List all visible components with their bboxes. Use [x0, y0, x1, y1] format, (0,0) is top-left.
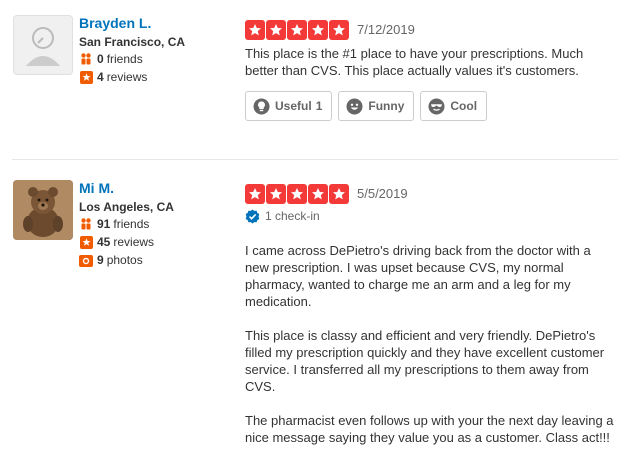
review-paragraph: I came across DePietro's driving back fr…: [245, 243, 591, 309]
star-icon: [308, 20, 328, 40]
avatar[interactable]: [13, 180, 73, 240]
star-icon: [245, 184, 265, 204]
rating-row: 7/12/2019: [245, 20, 617, 40]
sunglasses-icon: [428, 98, 445, 115]
friends-stat: 91 friends: [79, 215, 229, 233]
friends-count: 91: [97, 217, 111, 231]
vote-buttons: Useful 1 Funny Cool: [245, 91, 617, 121]
useful-label: Useful: [275, 99, 312, 113]
useful-count: 1: [315, 99, 323, 113]
user-name-link[interactable]: Mi M.: [79, 179, 229, 197]
review-content: 7/12/2019 This place is the #1 place to …: [245, 20, 617, 121]
user-location: San Francisco, CA: [79, 35, 186, 49]
rating-row: 5/5/2019: [245, 184, 617, 204]
photos-label: photos: [106, 253, 143, 267]
review-item: Brayden L. San Francisco, CA 0 friends 4…: [0, 0, 628, 158]
star-icon: [287, 20, 307, 40]
reviews-label: reviews: [106, 70, 148, 84]
cool-button[interactable]: Cool: [420, 91, 488, 121]
star-icon: [329, 184, 349, 204]
review-paragraph: This place is the #1 place to have your …: [245, 46, 584, 78]
checkin-label: 1 check-in: [265, 209, 320, 223]
star-icon: [245, 20, 265, 40]
camera-icon: [79, 253, 93, 267]
reviews-count: 45: [97, 235, 111, 249]
lightbulb-icon: [253, 98, 270, 115]
user-location: Los Angeles, CA: [79, 200, 174, 214]
star-icon: [287, 184, 307, 204]
review-date: 5/5/2019: [357, 186, 408, 201]
reviews-label: reviews: [113, 235, 155, 249]
teddy-bear-photo: [13, 180, 73, 240]
user-info: Mi M. Los Angeles, CA 91 friends 45 revi…: [79, 179, 229, 269]
reviews-stat: 45 reviews: [79, 233, 229, 251]
star-icon: [329, 20, 349, 40]
reviews-stat: 4 reviews: [79, 68, 229, 86]
funny-button[interactable]: Funny: [338, 91, 415, 121]
review-date: 7/12/2019: [357, 22, 415, 37]
user-info: Brayden L. San Francisco, CA 0 friends 4…: [79, 14, 229, 86]
default-user-icon: [26, 27, 60, 66]
review-star-icon: [79, 235, 93, 249]
review-text: This place is the #1 place to have your …: [245, 45, 617, 79]
star-icon: [308, 184, 328, 204]
star-icon: [266, 20, 286, 40]
review-paragraph: The pharmacist even follows up with your…: [245, 413, 614, 445]
star-rating: [245, 20, 349, 40]
smile-icon: [346, 98, 363, 115]
friends-label: friends: [113, 217, 150, 231]
checkin-badge: 1 check-in: [245, 207, 617, 225]
review-paragraph: This place is classy and efficient and v…: [245, 328, 605, 394]
star-icon: [266, 184, 286, 204]
review-content: 5/5/2019 1 check-in I came across DePiet…: [245, 184, 617, 446]
funny-label: Funny: [368, 99, 405, 113]
photos-stat: 9 photos: [79, 251, 229, 269]
friends-count: 0: [97, 52, 104, 66]
friends-label: friends: [106, 52, 143, 66]
verified-checkin-icon: [245, 209, 260, 224]
friends-stat: 0 friends: [79, 50, 229, 68]
review-text: I came across DePietro's driving back fr…: [245, 242, 617, 446]
reviews-count: 4: [97, 70, 104, 84]
avatar[interactable]: [13, 15, 73, 75]
photos-count: 9: [97, 253, 104, 267]
friends-icon: [79, 52, 93, 66]
review-item: Mi M. Los Angeles, CA 91 friends 45 revi…: [0, 160, 628, 471]
star-rating: [245, 184, 349, 204]
useful-button[interactable]: Useful 1: [245, 91, 333, 121]
user-name-link[interactable]: Brayden L.: [79, 14, 229, 32]
cool-label: Cool: [450, 99, 478, 113]
friends-icon: [79, 217, 93, 231]
review-star-icon: [79, 70, 93, 84]
